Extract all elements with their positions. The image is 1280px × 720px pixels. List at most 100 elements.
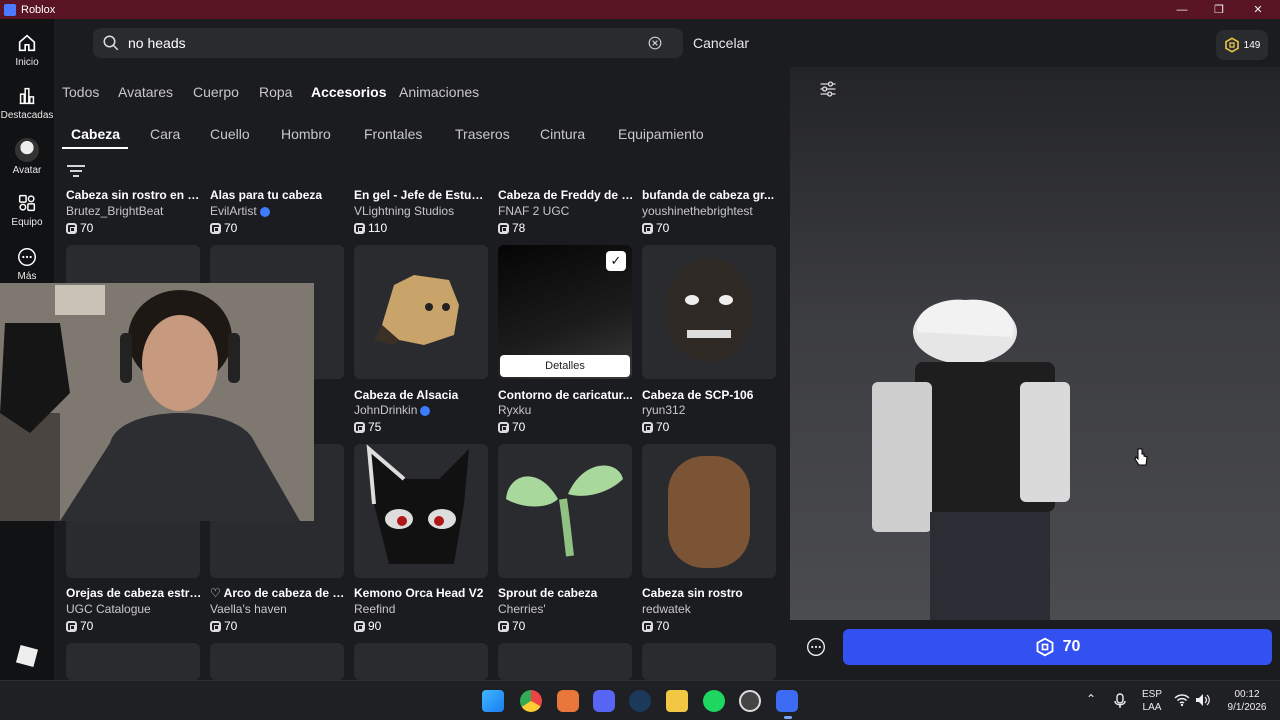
robux-icon [1036, 637, 1054, 657]
item-thumbnail[interactable] [210, 643, 344, 680]
item-creator[interactable]: EvilArtist [210, 204, 346, 218]
more-options-icon[interactable] [806, 637, 826, 657]
price-value: 70 [512, 420, 526, 434]
clock[interactable]: 00:12 9/1/2026 [1222, 688, 1272, 714]
active-subtab-indicator [62, 147, 128, 149]
item-creator[interactable]: FNAF 2 UGC [498, 204, 634, 218]
fl-studio-icon[interactable] [557, 690, 579, 712]
item-name[interactable]: Cabeza de SCP-106 [642, 388, 778, 402]
details-button[interactable]: Detalles [500, 355, 630, 377]
subtab-equipamiento[interactable]: Equipamiento [618, 126, 704, 142]
nav-label: Equipo [11, 217, 43, 228]
item-creator[interactable]: ryun312 [642, 403, 778, 417]
roblox-taskbar-icon[interactable] [776, 690, 798, 712]
item-name[interactable]: bufanda de cabeza gr... [642, 188, 778, 202]
filter-sort-icon[interactable] [66, 163, 86, 179]
item-thumbnail[interactable] [354, 643, 488, 680]
robux-balance[interactable]: 149 [1216, 30, 1268, 60]
tab-cuerpo[interactable]: Cuerpo [193, 84, 239, 100]
item-name[interactable]: ♡ Arco de cabeza de c... [210, 586, 346, 600]
item-creator[interactable]: Vaella's haven [210, 602, 346, 616]
item-name[interactable]: Contorno de caricatur... [498, 388, 634, 402]
tab-ropa[interactable]: Ropa [259, 84, 292, 100]
item-creator[interactable]: VLightning Studios [354, 204, 490, 218]
checkmark-icon[interactable]: ✓ [606, 251, 626, 271]
item-creator[interactable]: UGC Catalogue [66, 602, 202, 616]
subtab-cabeza[interactable]: Cabeza [71, 126, 120, 142]
spotify-icon[interactable] [703, 690, 725, 712]
verified-badge-icon [420, 405, 431, 416]
wifi-icon[interactable] [1174, 693, 1190, 707]
subtab-frontales[interactable]: Frontales [364, 126, 422, 142]
minimize-button[interactable]: — [1163, 0, 1201, 19]
subtab-cuello[interactable]: Cuello [210, 126, 250, 142]
chrome-icon[interactable] [520, 690, 542, 712]
item-thumbnail-selected[interactable]: ✓ Detalles [498, 245, 632, 379]
roblox-logo-icon[interactable] [15, 644, 39, 668]
clear-search-icon[interactable] [648, 36, 662, 50]
item-creator[interactable]: Cherries' [498, 602, 634, 616]
input-language[interactable]: ESP LAA [1140, 688, 1164, 714]
item-name[interactable]: Kemono Orca Head V2 [354, 586, 490, 600]
item-creator[interactable]: redwatek [642, 602, 778, 616]
microphone-icon[interactable] [1113, 693, 1127, 709]
item-thumbnail[interactable] [354, 245, 488, 379]
nav-item-inicio[interactable]: Inicio [0, 32, 54, 68]
subtab-traseros[interactable]: Traseros [455, 126, 510, 142]
item-price: 70 [66, 619, 93, 633]
clock-time: 00:12 [1234, 689, 1260, 700]
item-name[interactable]: Cabeza sin rostro [642, 586, 778, 600]
nav-item-avatar[interactable]: Avatar [0, 138, 54, 176]
settings-sliders-icon[interactable] [818, 79, 838, 99]
subtab-cintura[interactable]: Cintura [540, 126, 585, 142]
item-creator[interactable]: JohnDrinkin [354, 403, 490, 417]
item-thumbnail[interactable] [642, 444, 776, 578]
tab-todos[interactable]: Todos [62, 84, 99, 100]
item-name[interactable]: Cabeza sin rostro en m... [66, 188, 202, 202]
nav-item-destacadas[interactable]: Destacadas [0, 85, 54, 121]
item-thumbnail[interactable] [498, 643, 632, 680]
discord-icon[interactable] [593, 690, 615, 712]
item-thumbnail[interactable] [66, 643, 200, 680]
tab-avatares[interactable]: Avatares [118, 84, 173, 100]
item-name[interactable]: Cabeza de Alsacia [354, 388, 490, 402]
search-input[interactable] [128, 35, 648, 51]
item-creator[interactable]: Brutez_BrightBeat [66, 204, 202, 218]
orca-head-icon [366, 444, 469, 564]
tray-expand-icon[interactable]: ⌃ [1086, 693, 1096, 706]
steam-icon[interactable] [629, 690, 651, 712]
roblox-logo-icon [4, 3, 16, 16]
buy-button[interactable]: 70 [843, 629, 1272, 665]
item-thumbnail[interactable] [642, 245, 776, 379]
file-explorer-icon[interactable] [666, 690, 688, 712]
start-menu-icon[interactable] [482, 690, 504, 712]
search-box[interactable] [93, 28, 683, 58]
item-creator[interactable]: Ryxku [498, 403, 634, 417]
item-thumbnail[interactable] [354, 444, 488, 578]
item-price: 70 [642, 619, 669, 633]
item-thumbnail[interactable] [498, 444, 632, 578]
item-price: 70 [210, 619, 237, 633]
item-price: 110 [354, 221, 387, 235]
cancel-button[interactable]: Cancelar [693, 35, 749, 51]
close-button[interactable]: ✕ [1239, 0, 1277, 19]
item-name[interactable]: Alas para tu cabeza [210, 188, 346, 202]
nav-item-equipo[interactable]: Equipo [0, 192, 54, 228]
item-name[interactable]: Sprout de cabeza [498, 586, 634, 600]
subtab-hombro[interactable]: Hombro [281, 126, 331, 142]
item-name[interactable]: Cabeza de Freddy de J... [498, 188, 634, 202]
maximize-button[interactable]: ❐ [1200, 0, 1238, 19]
keyboard-layout: LAA [1142, 702, 1162, 713]
nav-item-mas[interactable]: Más [0, 246, 54, 282]
item-creator[interactable]: youshinethebrightest [642, 204, 778, 218]
tab-animaciones[interactable]: Animaciones [399, 84, 479, 100]
item-name[interactable]: Orejas de cabeza estre... [66, 586, 202, 600]
tab-accesorios[interactable]: Accesorios [311, 84, 386, 100]
subtab-cara[interactable]: Cara [150, 126, 180, 142]
item-name[interactable]: En gel - Jefe de Estudi... [354, 188, 490, 202]
avatar-preview[interactable] [790, 67, 1280, 620]
item-creator[interactable]: Reefind [354, 602, 490, 616]
volume-icon[interactable] [1195, 693, 1211, 707]
item-thumbnail[interactable] [642, 643, 776, 680]
obs-icon[interactable] [739, 690, 761, 712]
